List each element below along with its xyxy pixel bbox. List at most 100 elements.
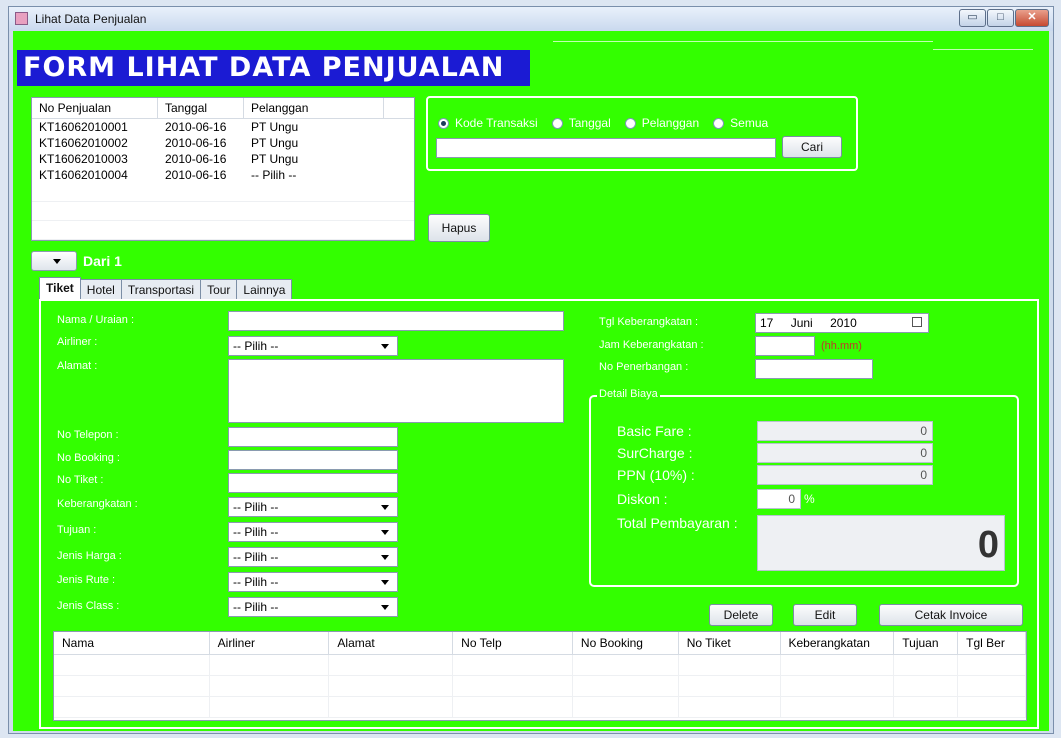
booking-input[interactable] [228, 450, 398, 470]
decorative-line [933, 49, 1033, 50]
cell-tanggal: 2010-06-16 [165, 136, 227, 150]
list-item[interactable]: KT16062010004 2010-06-16 -- Pilih -- [32, 167, 414, 183]
maximize-button[interactable]: □ [987, 9, 1014, 27]
chevron-down-icon [381, 605, 389, 610]
cell-no-penjualan: KT16062010002 [39, 136, 128, 150]
tiket-input[interactable] [228, 473, 398, 493]
surcharge-field[interactable]: 0 [757, 443, 933, 463]
label-airliner: Airliner : [57, 336, 98, 348]
table-row[interactable] [54, 697, 1026, 718]
search-button[interactable]: Cari [782, 136, 842, 158]
cell-tanggal: 2010-06-16 [165, 152, 227, 166]
radio-pelanggan[interactable]: Pelanggan [624, 116, 699, 130]
table-row[interactable] [54, 655, 1026, 676]
airliner-select[interactable]: -- Pilih -- [228, 336, 398, 356]
cell-no-penjualan: KT16062010001 [39, 120, 128, 134]
delete-button[interactable]: Delete [709, 604, 773, 626]
column-header[interactable]: No Penjualan [32, 98, 158, 118]
label-jenis-rute: Jenis Rute : [57, 574, 116, 586]
percent-sign: % [804, 492, 815, 506]
telepon-input[interactable] [228, 427, 398, 447]
close-button[interactable]: ✕ [1015, 9, 1049, 27]
label-jam-keberangkatan: Jam Keberangkatan : [599, 339, 704, 351]
app-icon [15, 12, 28, 25]
column-header[interactable]: Tgl Ber [958, 632, 1026, 654]
date-month: Juni [790, 316, 813, 330]
label-booking: No Booking : [57, 452, 120, 464]
date-picker[interactable]: 17 Juni 2010 [755, 313, 929, 333]
list-item[interactable]: KT16062010001 2010-06-16 PT Ungu [32, 119, 414, 135]
search-panel: Kode Transaksi Tanggal Pelanggan Semua C… [426, 96, 858, 171]
tab-tiket[interactable]: Tiket [39, 277, 81, 299]
chevron-down-icon [381, 530, 389, 535]
date-year: 2010 [830, 316, 857, 330]
radio-kode-transaksi[interactable]: Kode Transaksi [438, 116, 538, 130]
cost-detail-legend: Detail Biaya [597, 388, 660, 400]
jam-input[interactable] [755, 336, 815, 356]
label-jenis-harga: Jenis Harga : [57, 550, 122, 562]
no-penerbangan-input[interactable] [755, 359, 873, 379]
chevron-down-icon [381, 580, 389, 585]
search-input[interactable] [436, 138, 776, 158]
app-window: Lihat Data Penjualan ▭ □ ✕ FORM LIHAT DA… [8, 6, 1054, 734]
alamat-textarea[interactable] [228, 359, 564, 423]
list-item-empty [32, 221, 414, 240]
cell-tanggal: 2010-06-16 [165, 120, 227, 134]
detail-table[interactable]: Nama Airliner Alamat No Telp No Booking … [53, 631, 1027, 721]
column-header[interactable]: Tujuan [894, 632, 959, 654]
label-tiket: No Tiket : [57, 474, 104, 486]
label-jenis-class: Jenis Class : [57, 600, 120, 612]
radio-tanggal[interactable]: Tanggal [551, 116, 611, 130]
column-header[interactable]: No Booking [573, 632, 679, 654]
window-title: Lihat Data Penjualan [35, 12, 147, 26]
label-nama: Nama / Uraian : [57, 314, 135, 326]
total-display: 0 [757, 515, 1005, 571]
label-tujuan: Tujuan : [57, 524, 97, 536]
jenis-class-select[interactable]: -- Pilih -- [228, 597, 398, 617]
tab-tour[interactable]: Tour [200, 279, 238, 299]
column-header[interactable]: Nama [54, 632, 210, 654]
list-item[interactable]: KT16062010002 2010-06-16 PT Ungu [32, 135, 414, 151]
column-header[interactable]: Tanggal [158, 98, 244, 118]
form-body: FORM LIHAT DATA PENJUALAN No Penjualan T… [13, 31, 1049, 731]
column-header[interactable]: Alamat [329, 632, 454, 654]
label-basic-fare: Basic Fare : [617, 423, 692, 439]
radio-semua[interactable]: Semua [713, 116, 768, 130]
column-header[interactable]: Airliner [210, 632, 330, 654]
form-title: FORM LIHAT DATA PENJUALAN [17, 50, 530, 86]
tab-lainnya[interactable]: Lainnya [236, 279, 293, 299]
cell-pelanggan: PT Ungu [251, 136, 299, 150]
page-dropdown[interactable] [31, 251, 77, 271]
label-no-penerbangan: No Penerbangan : [599, 361, 689, 373]
diskon-field[interactable]: 0 [757, 489, 801, 509]
tujuan-select[interactable]: -- Pilih -- [228, 522, 398, 542]
label-total: Total Pembayaran : [617, 515, 738, 531]
detail-tabs: Tiket Hotel Transportasi Tour Lainnya [39, 277, 293, 299]
column-header[interactable]: No Telp [453, 632, 573, 654]
chevron-down-icon [53, 259, 61, 264]
column-header[interactable]: Pelanggan [244, 98, 384, 118]
radio-icon [551, 117, 563, 129]
delete-sale-button[interactable]: Hapus [428, 214, 490, 242]
column-header[interactable]: Keberangkatan [781, 632, 895, 654]
jenis-rute-select[interactable]: -- Pilih -- [228, 572, 398, 592]
calendar-icon[interactable] [912, 317, 922, 327]
edit-button[interactable]: Edit [793, 604, 857, 626]
keberangkatan-select[interactable]: -- Pilih -- [228, 497, 398, 517]
cell-pelanggan: -- Pilih -- [251, 168, 297, 182]
print-invoice-button[interactable]: Cetak Invoice [879, 604, 1023, 626]
tab-hotel[interactable]: Hotel [79, 279, 122, 299]
basic-fare-field[interactable]: 0 [757, 421, 933, 441]
sales-list[interactable]: No Penjualan Tanggal Pelanggan KT1606201… [31, 97, 415, 241]
table-row[interactable] [54, 676, 1026, 697]
column-header[interactable]: No Tiket [679, 632, 781, 654]
jenis-harga-select[interactable]: -- Pilih -- [228, 547, 398, 567]
tab-transportasi[interactable]: Transportasi [120, 279, 202, 299]
page-label: Dari 1 [83, 253, 122, 269]
nama-input[interactable] [228, 311, 564, 331]
label-keberangkatan: Keberangkatan : [57, 498, 138, 510]
minimize-button[interactable]: ▭ [959, 9, 986, 27]
list-item[interactable]: KT16062010003 2010-06-16 PT Ungu [32, 151, 414, 167]
ppn-field[interactable]: 0 [757, 465, 933, 485]
tiket-panel: Nama / Uraian : Airliner : Alamat : No T… [39, 299, 1039, 729]
